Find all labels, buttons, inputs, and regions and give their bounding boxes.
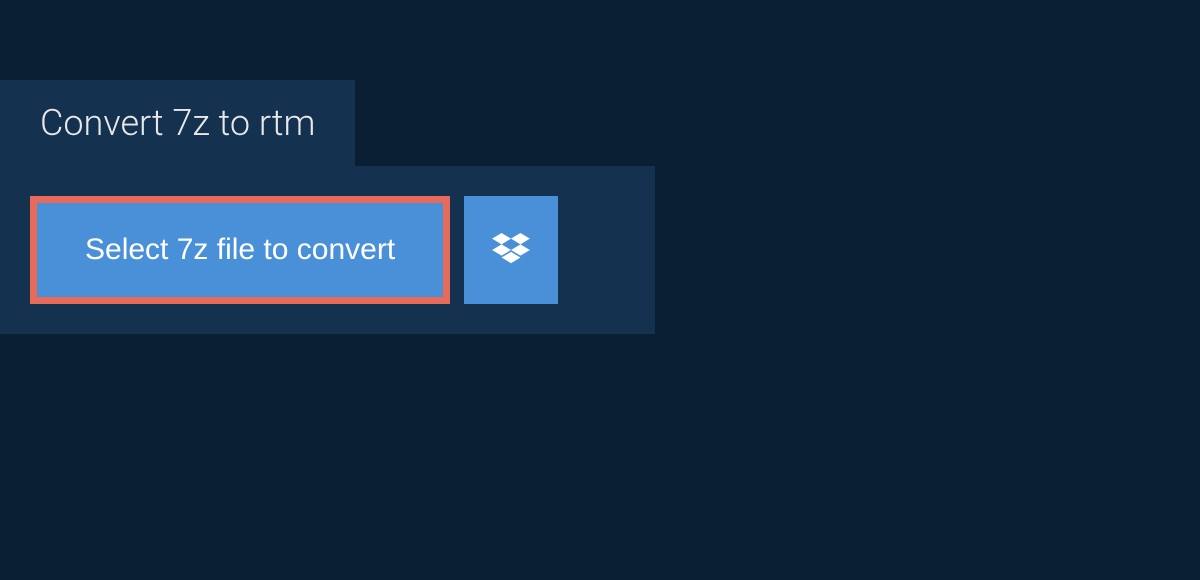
dropbox-button[interactable] bbox=[464, 196, 558, 304]
convert-panel: Select 7z file to convert bbox=[0, 166, 655, 334]
dropbox-icon bbox=[492, 233, 530, 267]
tab-convert[interactable]: Convert 7z to rtm bbox=[0, 80, 355, 166]
select-file-button[interactable]: Select 7z file to convert bbox=[37, 203, 443, 297]
select-file-highlight: Select 7z file to convert bbox=[30, 196, 450, 304]
